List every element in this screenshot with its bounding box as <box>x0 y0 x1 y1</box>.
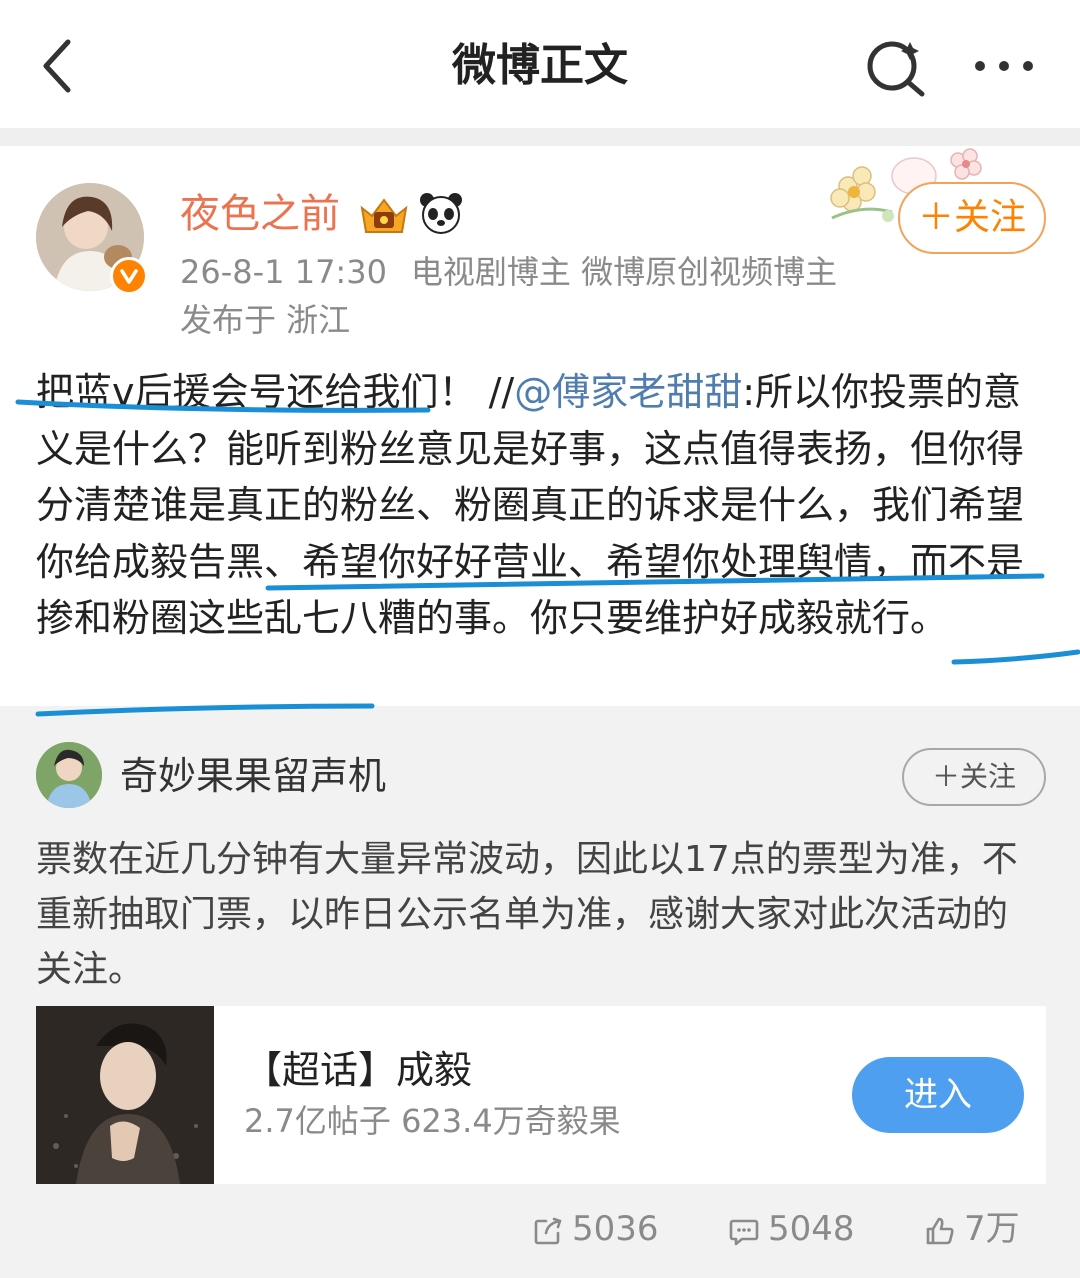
author-username[interactable]: 夜色之前 <box>180 187 340 241</box>
repost-username[interactable]: 奇妙果果留声机 <box>120 750 386 802</box>
post-location: 发布于 浙江 <box>180 301 351 339</box>
super-topic-title: 【超话】成毅 <box>244 1048 473 1092</box>
repost-avatar[interactable] <box>36 742 102 808</box>
search-icon[interactable] <box>860 34 932 98</box>
repost-button[interactable]: 5036 <box>532 1204 659 1254</box>
enter-button[interactable]: 进入 <box>852 1057 1024 1133</box>
panda-icon <box>418 190 464 236</box>
section-divider <box>0 128 1080 146</box>
repost-content: 票数在近几分钟有大量异常波动，因此以17点的票型为准，不重新抽取门票，以昨日公示… <box>36 839 1018 990</box>
comment-icon <box>729 1219 759 1245</box>
crown-badge-icon <box>356 192 412 236</box>
like-button[interactable]: 7万 <box>924 1204 1020 1254</box>
follow-button[interactable]: ＋关注 <box>898 182 1046 254</box>
post-text-part: 把蓝v后援会号还给我们！ // <box>36 370 515 414</box>
verified-icon <box>110 257 148 295</box>
post-meta: 26-8-1 17:30 电视剧博主 微博原创视频博主 <box>180 249 837 295</box>
comment-button[interactable]: 5048 <box>728 1204 855 1254</box>
underline-stroke <box>951 649 1080 665</box>
post-time: 26-8-1 17:30 <box>180 253 387 291</box>
repost-icon <box>534 1217 562 1244</box>
thumbs-up-icon <box>926 1217 954 1244</box>
comment-count: 5048 <box>768 1209 855 1249</box>
more-options-icon[interactable] <box>968 40 1040 92</box>
repost-follow-button[interactable]: ＋关注 <box>902 748 1046 806</box>
repost-count: 5036 <box>572 1209 659 1249</box>
author-tags: 电视剧博主 微博原创视频博主 <box>410 253 838 291</box>
like-count: 7万 <box>964 1209 1020 1249</box>
super-topic-stats: 2.7亿帖子 623.4万奇毅果 <box>244 1102 621 1140</box>
post-content: 把蓝v后援会号还给我们！ //@傅家老甜甜:所以你投票的意义是什么？能听到粉丝意… <box>36 364 1046 647</box>
mention-link[interactable]: @傅家老甜甜 <box>514 370 742 414</box>
super-topic-image <box>36 1006 214 1184</box>
